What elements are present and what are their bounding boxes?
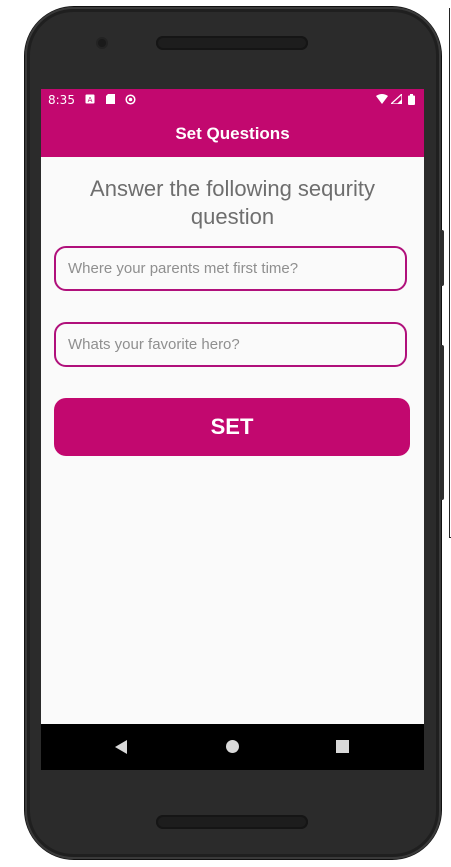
app-bar: Set Questions xyxy=(41,111,424,157)
bottom-speaker xyxy=(156,815,308,829)
stage: 8:35 A Set Questions Answer the followin… xyxy=(0,0,451,867)
parents-met-input[interactable] xyxy=(68,248,393,289)
parents-met-field[interactable] xyxy=(54,246,407,291)
signal-icon xyxy=(389,92,403,107)
recents-icon[interactable] xyxy=(336,740,349,753)
top-speaker xyxy=(156,36,308,50)
sd-card-icon xyxy=(106,94,115,107)
sync-icon xyxy=(125,94,136,108)
status-time: 8:35 xyxy=(48,93,75,107)
page-heading: Answer the following sequrity question xyxy=(90,176,375,229)
status-bar: 8:35 A xyxy=(41,89,424,111)
front-camera xyxy=(98,39,106,47)
home-icon[interactable] xyxy=(226,740,239,753)
wifi-icon xyxy=(376,94,388,107)
favorite-hero-field[interactable] xyxy=(54,322,407,367)
svg-text:A: A xyxy=(88,96,93,104)
screen: 8:35 A Set Questions Answer the followin… xyxy=(41,89,424,770)
guide-line xyxy=(449,8,450,538)
volume-button[interactable] xyxy=(440,230,444,286)
back-icon[interactable] xyxy=(115,740,127,754)
battery-icon xyxy=(408,94,415,108)
power-button[interactable] xyxy=(440,345,444,500)
navigation-bar xyxy=(41,724,424,770)
favorite-hero-input[interactable] xyxy=(68,324,393,365)
app-title: Set Questions xyxy=(175,124,290,143)
a-badge-icon: A xyxy=(85,94,95,107)
set-button[interactable]: SET xyxy=(54,398,410,456)
